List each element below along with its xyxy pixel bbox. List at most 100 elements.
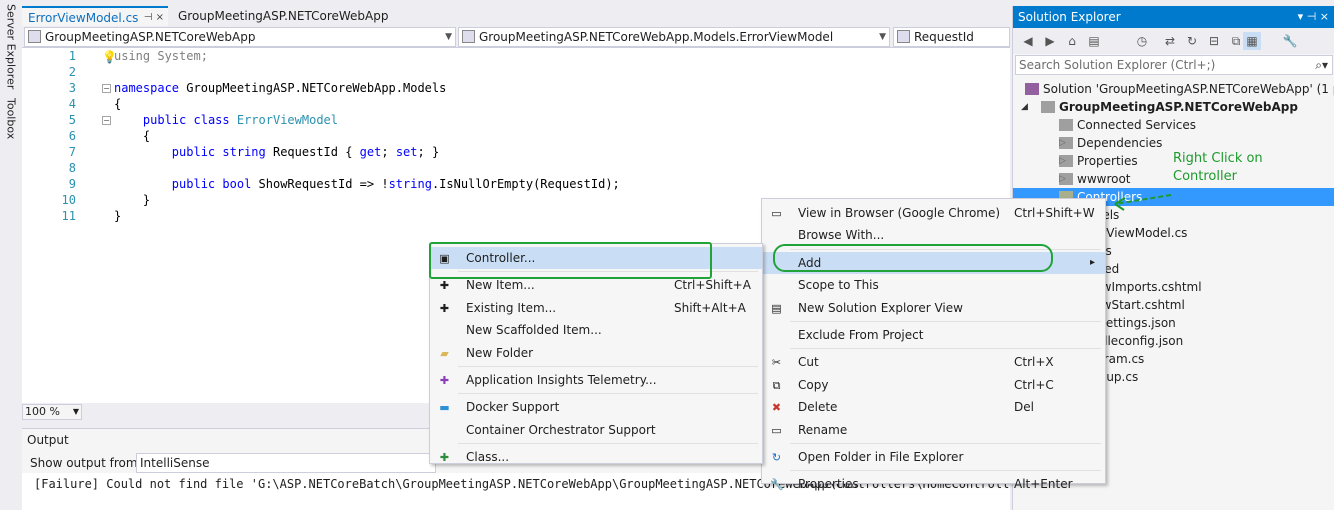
expand-arrow-icon[interactable]: ◢ bbox=[1021, 98, 1028, 116]
navigation-bar: GroupMeetingASP.NETCoreWebApp ▼ GroupMee… bbox=[22, 26, 1010, 48]
sync-icon[interactable]: ⇄ bbox=[1161, 32, 1179, 50]
menu-item-label: Open Folder in File Explorer bbox=[798, 450, 964, 464]
node-icon bbox=[1059, 173, 1073, 185]
window-controls-icon[interactable]: ▾ ⊣ × bbox=[1298, 6, 1329, 28]
collapse-class-icon[interactable]: − bbox=[102, 116, 111, 125]
menu-item-label: Exclude From Project bbox=[798, 328, 924, 342]
menu-item[interactable]: ⧉ Copy Ctrl+C bbox=[762, 374, 1105, 396]
menu-item-label: Delete bbox=[798, 400, 838, 415]
code-token: string bbox=[388, 177, 432, 191]
menu-item[interactable]: New Scaffolded Item... bbox=[430, 319, 762, 341]
code-line[interactable]: { bbox=[114, 128, 150, 144]
class-dropdown[interactable]: GroupMeetingASP.NETCoreWebApp.Models.Err… bbox=[458, 27, 890, 47]
code-line[interactable]: public string RequestId { get; set; } bbox=[114, 144, 439, 160]
search-icon: ⌕▾ bbox=[1315, 58, 1328, 72]
collapse-all-icon[interactable]: ⊟ bbox=[1205, 32, 1223, 50]
menu-item[interactable]: ✚ Existing Item... Shift+Alt+A bbox=[430, 297, 762, 319]
menu-item[interactable]: ▬ Docker Support bbox=[430, 396, 762, 418]
toolbox-tab[interactable]: Toolbox bbox=[0, 94, 22, 154]
tab-errorviewmodel[interactable]: ErrorViewModel.cs ⊣ × bbox=[22, 6, 168, 26]
highlight-add bbox=[773, 244, 1053, 272]
document-tab-strip: ErrorViewModel.cs ⊣ × GroupMeetingASP.NE… bbox=[22, 0, 1010, 26]
tree-item[interactable]: Connected Services bbox=[1013, 116, 1334, 134]
chevron-down-icon: ▼ bbox=[879, 32, 886, 42]
code-token: get bbox=[359, 145, 382, 159]
lightbulb-icon[interactable]: 💡 bbox=[102, 50, 117, 64]
menu-item[interactable]: ✂ Cut Ctrl+X bbox=[762, 351, 1105, 373]
menu-item-icon: ▤ bbox=[771, 301, 782, 315]
menu-item-label: Properties bbox=[798, 477, 859, 492]
code-token: ShowRequestId => ! bbox=[251, 177, 389, 191]
code-token: ; bbox=[381, 145, 396, 159]
member-label: RequestId bbox=[914, 30, 974, 44]
menu-item[interactable]: Exclude From Project bbox=[762, 324, 1105, 346]
refresh-icon[interactable]: ↻ bbox=[1183, 32, 1201, 50]
project-dropdown[interactable]: GroupMeetingASP.NETCoreWebApp ▼ bbox=[24, 27, 456, 47]
code-line[interactable]: } bbox=[114, 208, 121, 224]
menu-item[interactable]: ▭ Rename bbox=[762, 419, 1105, 441]
menu-item[interactable]: ✖ Delete Del bbox=[762, 396, 1105, 418]
switch-views-icon[interactable]: ▤ bbox=[1085, 32, 1103, 50]
menu-separator bbox=[458, 393, 758, 395]
code-token: GroupMeetingASP.NETCoreWebApp.Models bbox=[179, 81, 447, 95]
menu-item[interactable]: ✚ Application Insights Telemetry... bbox=[430, 369, 762, 391]
project-label: GroupMeetingASP.NETCoreWebApp bbox=[45, 30, 256, 44]
menu-separator bbox=[790, 321, 1101, 322]
home-icon[interactable]: ⌂ bbox=[1063, 32, 1081, 50]
show-all-files-icon[interactable]: ▦ bbox=[1243, 32, 1261, 50]
node-icon bbox=[1059, 155, 1073, 167]
menu-item[interactable]: ↻ Open Folder in File Explorer bbox=[762, 446, 1105, 468]
code-token: ; } bbox=[417, 145, 440, 159]
tree-item-label: Solution 'GroupMeetingASP.NETCoreWebApp'… bbox=[1043, 82, 1334, 96]
back-icon[interactable]: ◀ bbox=[1019, 32, 1037, 50]
menu-item[interactable]: ▤ New Solution Explorer View bbox=[762, 297, 1105, 319]
properties-wrench-icon[interactable]: 🔧 bbox=[1281, 32, 1299, 50]
menu-item-label: Cut bbox=[798, 355, 819, 370]
zoom-dropdown[interactable]: 100 % ▼ bbox=[22, 404, 82, 420]
menu-item-label: Application Insights Telemetry... bbox=[466, 373, 657, 387]
code-token: } bbox=[114, 209, 122, 223]
code-line[interactable]: public bool ShowRequestId => !string.IsN… bbox=[114, 176, 620, 192]
code-line[interactable]: namespace GroupMeetingASP.NETCoreWebApp.… bbox=[114, 80, 446, 96]
menu-item-label: Rename bbox=[798, 422, 848, 437]
member-dropdown[interactable]: RequestId bbox=[893, 27, 1010, 47]
zoom-value: 100 % bbox=[25, 405, 60, 418]
menu-item[interactable]: 🔧 Properties Alt+Enter bbox=[762, 473, 1105, 495]
collapse-namespace-icon[interactable]: − bbox=[102, 84, 111, 93]
output-source-value: IntelliSense bbox=[140, 456, 210, 470]
server-explorer-tab[interactable]: Server Explorer bbox=[0, 0, 22, 90]
menu-item[interactable]: ▭ View in Browser (Google Chrome) Ctrl+Shi… bbox=[762, 202, 1105, 224]
solution-search-input[interactable]: Search Solution Explorer (Ctrl+;) ⌕▾ bbox=[1015, 55, 1333, 75]
line-number: 6 bbox=[68, 129, 76, 143]
code-line[interactable]: { bbox=[114, 96, 121, 112]
code-token: ErrorViewModel bbox=[236, 113, 339, 127]
line-number: 3 bbox=[68, 81, 76, 95]
menu-item-icon: ✖ bbox=[771, 401, 782, 415]
code-line[interactable]: public class ErrorViewModel bbox=[114, 112, 338, 128]
output-source-dropdown[interactable]: IntelliSense bbox=[136, 453, 436, 473]
tree-item[interactable]: ◢ GroupMeetingASP.NETCoreWebApp bbox=[1013, 98, 1334, 116]
menu-item-label: Scope to This bbox=[798, 278, 879, 293]
solution-explorer-toolbar: ◀ ▶ ⌂ ▤ ◷ ⇄ ↻ ⊟ ⧉ ▦ 🔧 bbox=[1013, 28, 1334, 54]
code-line[interactable]: } bbox=[114, 192, 150, 208]
code-token: public bbox=[142, 113, 187, 127]
menu-item[interactable]: ▰ New Folder bbox=[430, 342, 762, 364]
menu-item[interactable]: Container Orchestrator Support bbox=[430, 419, 762, 441]
code-line[interactable]: using System; bbox=[114, 48, 208, 64]
menu-item[interactable]: Scope to This bbox=[762, 274, 1105, 296]
tab-project[interactable]: GroupMeetingASP.NETCoreWebApp bbox=[172, 6, 395, 26]
menu-item[interactable]: ✚ Class... bbox=[430, 446, 762, 468]
tree-item[interactable]: Solution 'GroupMeetingASP.NETCoreWebApp'… bbox=[1013, 80, 1334, 98]
annotation-text: Right Click on Controller bbox=[1173, 151, 1263, 184]
annotation-arrow bbox=[1114, 194, 1172, 211]
line-number: 11 bbox=[61, 209, 76, 223]
code-token: RequestId { bbox=[265, 145, 360, 159]
pending-changes-icon[interactable]: ◷ bbox=[1133, 32, 1151, 50]
menu-item-shortcut: Alt+Enter bbox=[1014, 477, 1073, 492]
tab-label: ErrorViewModel.cs bbox=[28, 11, 139, 25]
pin-close-icon[interactable]: ⊣ × bbox=[144, 8, 164, 28]
menu-separator bbox=[790, 348, 1101, 350]
forward-icon[interactable]: ▶ bbox=[1041, 32, 1059, 50]
